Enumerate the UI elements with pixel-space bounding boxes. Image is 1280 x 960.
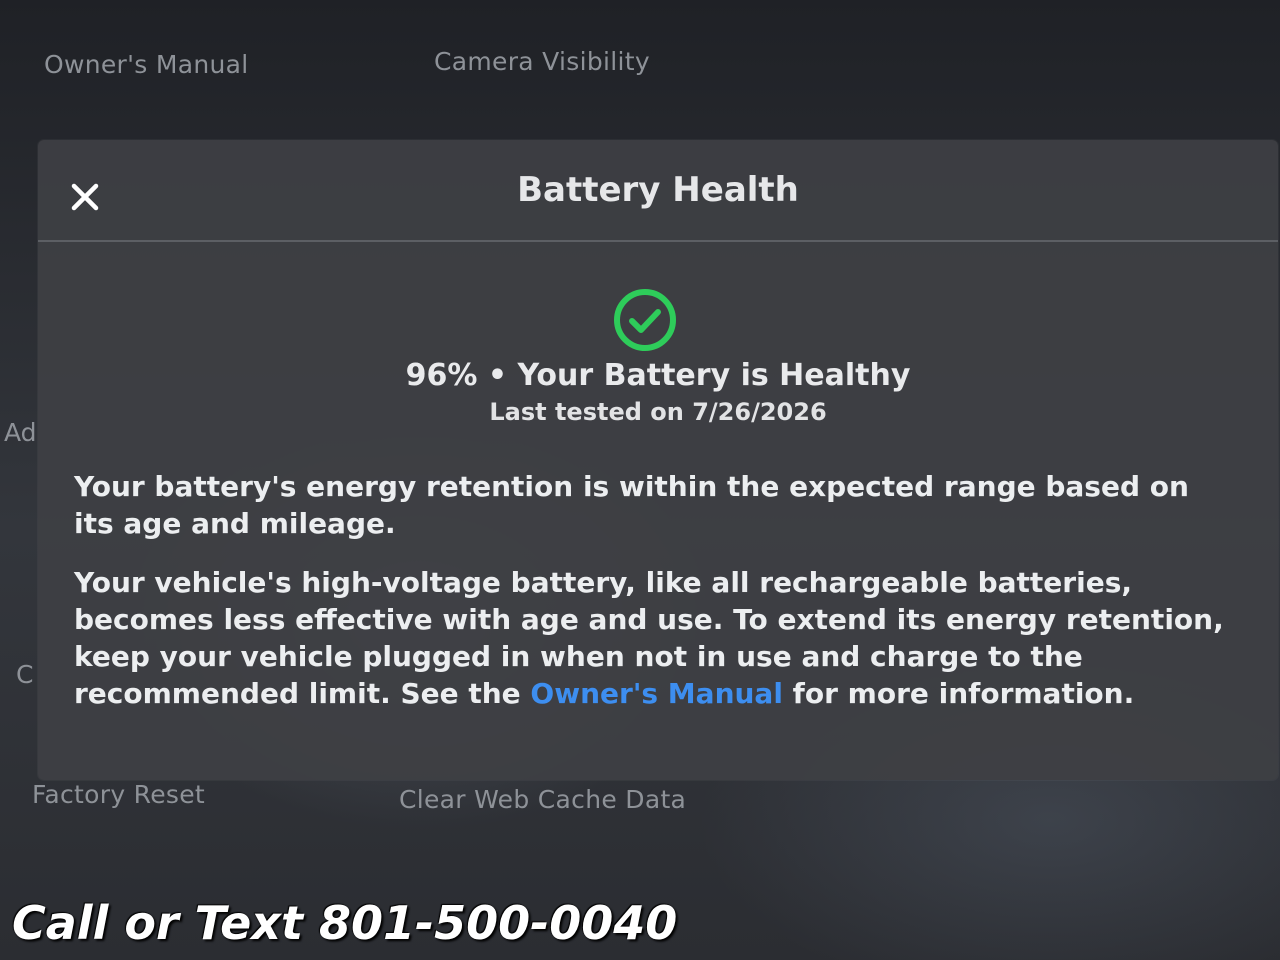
menu-item-factory-reset[interactable]: Factory Reset — [32, 780, 205, 809]
owners-manual-link[interactable]: Owner's Manual — [530, 677, 783, 710]
check-circle-icon — [614, 289, 676, 351]
menu-item-clear-web-cache[interactable]: Clear Web Cache Data — [399, 785, 686, 814]
menu-item-fragment: C — [16, 660, 34, 689]
battery-health-modal: Battery Health 96% • Your Battery is Hea… — [38, 140, 1278, 780]
menu-item-owners-manual[interactable]: Owner's Manual — [44, 50, 249, 79]
dealer-contact-watermark: Call or Text 801-500-0040 — [12, 896, 678, 950]
advice-text-end: for more information. — [782, 677, 1135, 710]
menu-item-fragment: Ad — [4, 418, 37, 447]
last-tested-text: Last tested on 7/26/2026 — [489, 398, 827, 426]
modal-header: Battery Health — [38, 140, 1278, 242]
retention-paragraph: Your battery's energy retention is withi… — [74, 470, 1189, 540]
advice-paragraph: Your vehicle's high-voltage battery, lik… — [74, 564, 1234, 712]
menu-item-camera-visibility[interactable]: Camera Visibility — [434, 47, 650, 76]
modal-title: Battery Health — [517, 170, 799, 210]
battery-status-text: 96% • Your Battery is Healthy — [405, 358, 911, 393]
